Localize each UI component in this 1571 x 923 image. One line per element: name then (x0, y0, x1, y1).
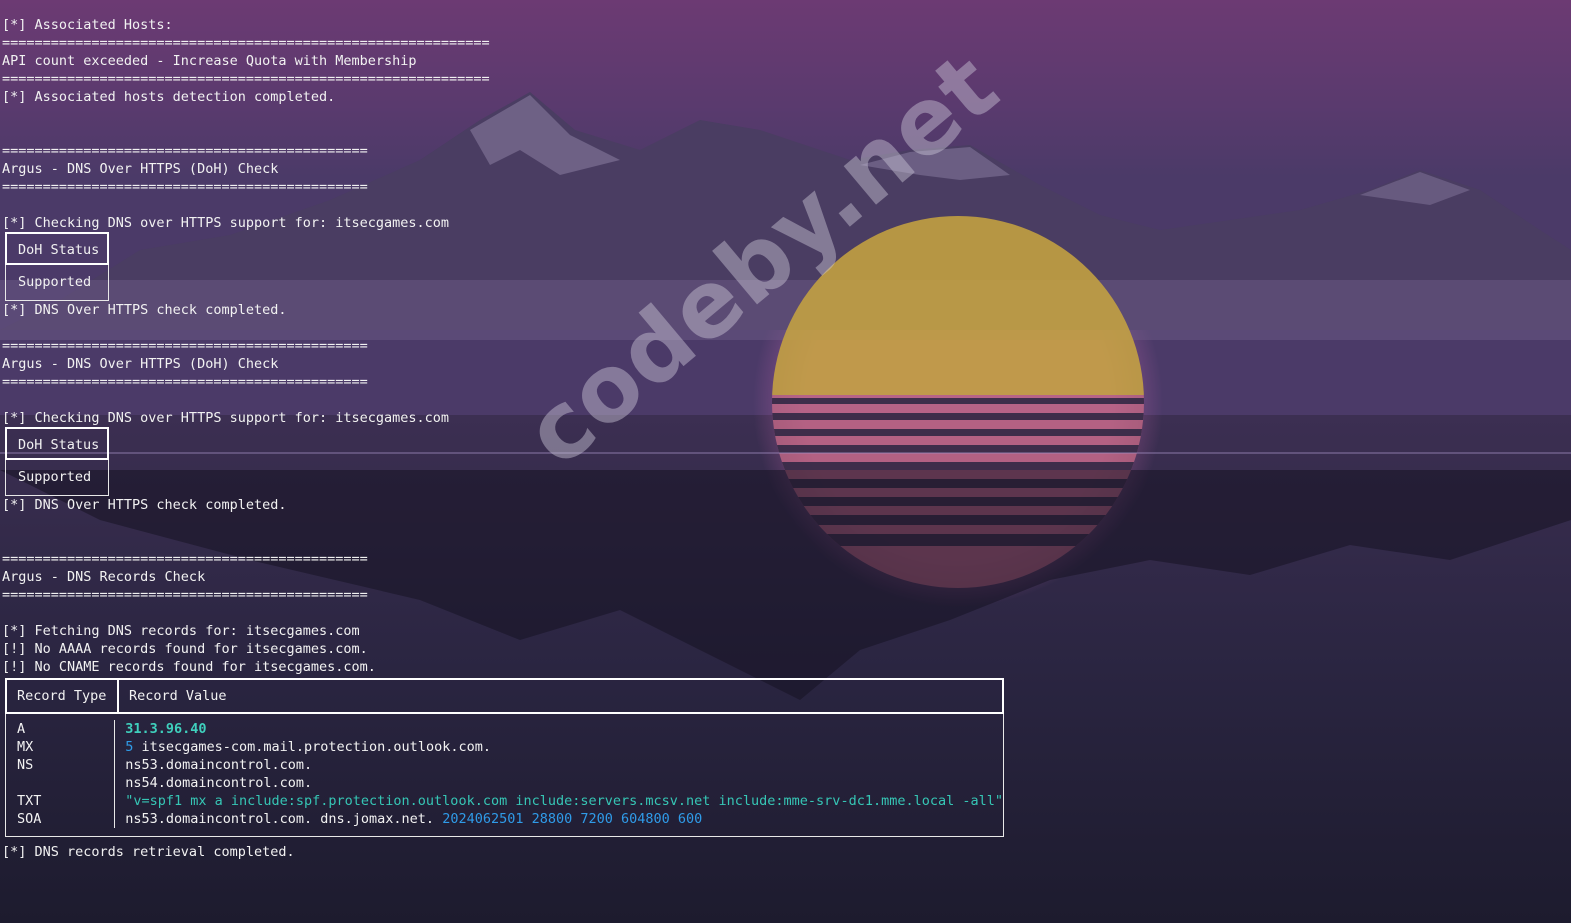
soa-names: ns53.domaincontrol.com. dns.jomax.net. (125, 811, 443, 827)
dns-records-table: Record Type Record Value A MX NS TXT SOA… (5, 678, 1004, 837)
record-type: SOA (17, 811, 42, 827)
table-header-cell: Record Type (7, 680, 119, 712)
section-title: Argus - DNS Records Check (2, 569, 206, 585)
separator: ========================================… (2, 587, 368, 603)
record-type: TXT (17, 793, 42, 809)
separator: ========================================… (2, 338, 368, 354)
separator: ========================================… (2, 143, 368, 159)
output-line: [*] DNS Over HTTPS check completed. (2, 497, 287, 513)
section-title: Argus - DNS Over HTTPS (DoH) Check (2, 356, 279, 372)
record-type: A (17, 721, 26, 737)
output-line: [*] Checking DNS over HTTPS support for:… (2, 410, 450, 426)
output-line: [*] Associated Hosts: (2, 17, 173, 33)
table-header-cell: DoH Status (5, 427, 109, 460)
table-cell: Supported (5, 460, 109, 496)
output-line: [*] Fetching DNS records for: itsecgames… (2, 623, 360, 639)
doh-status-table: DoH Status Supported (5, 232, 109, 301)
record-type: NS (17, 757, 34, 773)
warning-line: [!] No AAAA records found for itsecgames… (2, 641, 368, 657)
record-value: ns53.domaincontrol.com. (125, 757, 313, 773)
separator: ========================================… (2, 71, 490, 87)
table-header-row: Record Type Record Value (5, 678, 1004, 714)
warning-line: [!] No CNAME records found for itsecgame… (2, 659, 376, 675)
output-line: [*] Associated hosts detection completed… (2, 89, 336, 105)
soa-numbers: 2024062501 28800 7200 604800 600 (442, 811, 703, 827)
record-type (17, 774, 114, 792)
output-line: [*] DNS records retrieval completed. (2, 844, 295, 860)
record-type-column: A MX NS TXT SOA (6, 720, 116, 828)
separator: ========================================… (2, 374, 368, 390)
record-value: ns54.domaincontrol.com. (125, 775, 313, 791)
record-value-column: 31.3.96.40 5 itsecgames-com.mail.protect… (115, 720, 1003, 828)
record-value: 31.3.96.40 (125, 721, 207, 737)
terminal-output: [*] Associated Hosts: ==================… (2, 16, 1562, 861)
record-value: ns53.domaincontrol.com. dns.jomax.net. 2… (125, 810, 1003, 828)
separator: ========================================… (2, 35, 490, 51)
separator: ========================================… (2, 551, 368, 567)
table-header-cell: Record Value (129, 688, 227, 704)
doh-status-table: DoH Status Supported (5, 427, 109, 496)
output-line: API count exceeded - Increase Quota with… (2, 53, 417, 69)
record-value: "v=spf1 mx a include:spf.protection.outl… (125, 793, 1003, 809)
record-type: MX (17, 739, 34, 755)
table-cell: Supported (5, 265, 109, 301)
table-body: A MX NS TXT SOA 31.3.96.40 5 itsecgames-… (5, 714, 1004, 837)
table-header-cell: DoH Status (5, 232, 109, 265)
mx-host: itsecgames-com.mail.protection.outlook.c… (133, 739, 491, 755)
record-value: 5 itsecgames-com.mail.protection.outlook… (125, 738, 1003, 756)
